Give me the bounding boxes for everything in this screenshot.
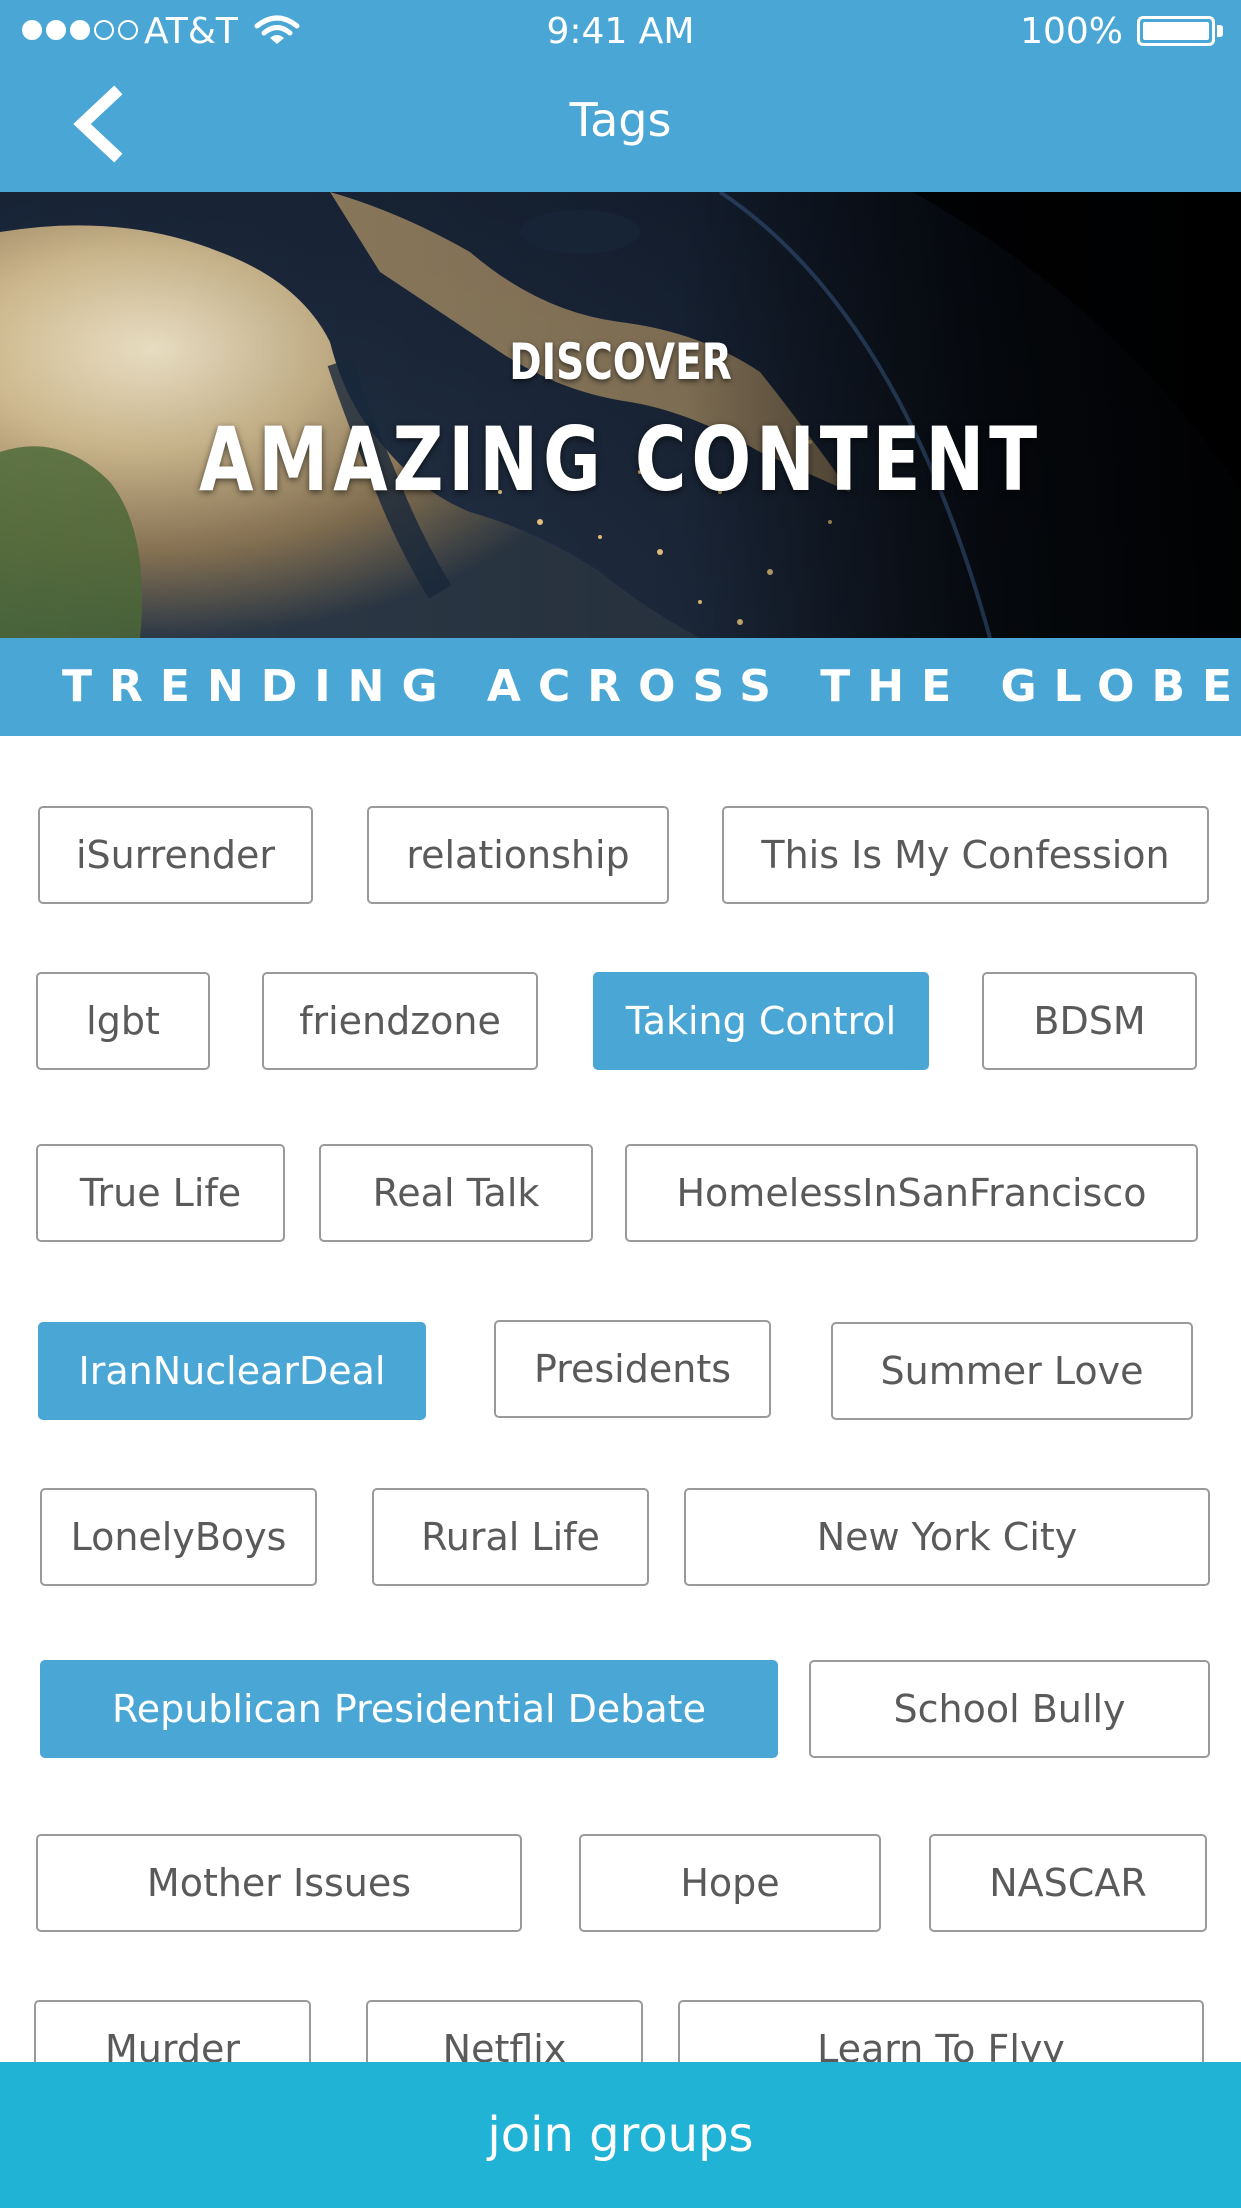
tag-new-york-city[interactable]: New York City — [684, 1488, 1210, 1586]
tag-relationship[interactable]: relationship — [367, 806, 669, 904]
header: AT&T 9:41 AM 100% Tags — [0, 0, 1241, 192]
status-bar: AT&T 9:41 AM 100% — [0, 0, 1241, 64]
tag-friendzone[interactable]: friendzone — [262, 972, 538, 1070]
battery-percentage: 100% — [1020, 11, 1123, 52]
tag-learn-to-flyy[interactable]: Learn To Flyy — [678, 2000, 1204, 2062]
battery-fill — [1143, 22, 1209, 40]
tag-homelessinsanfrancisco[interactable]: HomelessInSanFrancisco — [625, 1144, 1198, 1242]
tag-summer-love[interactable]: Summer Love — [831, 1322, 1193, 1420]
page-title: Tags — [569, 93, 672, 147]
tag-netflix[interactable]: Netflix — [366, 2000, 643, 2062]
tag-nascar[interactable]: NASCAR — [929, 1834, 1207, 1932]
tag-rural-life[interactable]: Rural Life — [372, 1488, 649, 1586]
tag-mother-issues[interactable]: Mother Issues — [36, 1834, 522, 1932]
tag-true-life[interactable]: True Life — [36, 1144, 285, 1242]
tag-this-is-my-confession[interactable]: This Is My Confession — [722, 806, 1209, 904]
tag-republican-presidential-debate[interactable]: Republican Presidential Debate — [40, 1660, 778, 1758]
tag-taking-control[interactable]: Taking Control — [593, 972, 929, 1070]
section-header: TRENDING ACROSS THE GLOBE — [0, 638, 1241, 736]
battery-nub — [1217, 25, 1223, 37]
hero-discover-text: DISCOVER — [509, 333, 732, 391]
tag-presidents[interactable]: Presidents — [494, 1320, 771, 1418]
tag-real-talk[interactable]: Real Talk — [319, 1144, 593, 1242]
hero-banner: DISCOVER AMAZING CONTENT — [0, 192, 1241, 638]
tag-lonelyboys[interactable]: LonelyBoys — [40, 1488, 317, 1586]
section-title: TRENDING ACROSS THE GLOBE — [62, 661, 1241, 712]
tag-list: iSurrender relationship This Is My Confe… — [0, 736, 1241, 2062]
hero-headline: AMAZING CONTENT — [199, 408, 1042, 511]
tag-lgbt[interactable]: lgbt — [36, 972, 210, 1070]
battery-icon — [1137, 16, 1215, 46]
tag-school-bully[interactable]: School Bully — [809, 1660, 1210, 1758]
tag-murder[interactable]: Murder — [34, 2000, 311, 2062]
tag-irannucleardeal[interactable]: IranNuclearDeal — [38, 1322, 426, 1420]
tag-bdsm[interactable]: BDSM — [982, 972, 1197, 1070]
tag-hope[interactable]: Hope — [579, 1834, 881, 1932]
tag-isurrender[interactable]: iSurrender — [38, 806, 313, 904]
join-groups-button[interactable]: join groups — [0, 2062, 1241, 2208]
